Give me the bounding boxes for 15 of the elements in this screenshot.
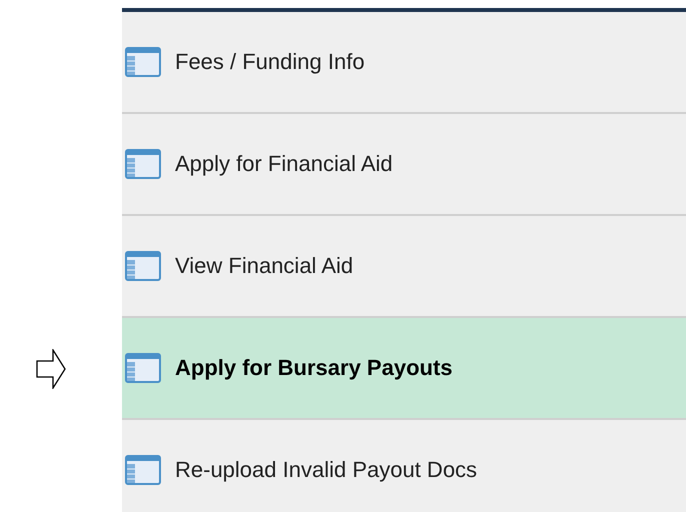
menu-item[interactable]: View Financial Aid <box>122 216 686 318</box>
menu-item[interactable]: Apply for Bursary Payouts <box>122 318 686 420</box>
page-icon <box>125 47 161 77</box>
page-icon <box>125 149 161 179</box>
page-icon <box>125 455 161 485</box>
menu-item[interactable]: Re-upload Invalid Payout Docs <box>122 420 686 512</box>
menu-item-label: Apply for Bursary Payouts <box>175 355 453 381</box>
menu-item-label: View Financial Aid <box>175 253 354 279</box>
menu-item[interactable]: Apply for Financial Aid <box>122 114 686 216</box>
menu-item-label: Apply for Financial Aid <box>175 151 393 177</box>
menu-item[interactable]: Fees / Funding Info <box>122 12 686 114</box>
menu-item-label: Re-upload Invalid Payout Docs <box>175 457 478 483</box>
menu-item-label: Fees / Funding Info <box>175 49 365 75</box>
page-icon <box>125 353 161 383</box>
page-icon <box>125 251 161 281</box>
